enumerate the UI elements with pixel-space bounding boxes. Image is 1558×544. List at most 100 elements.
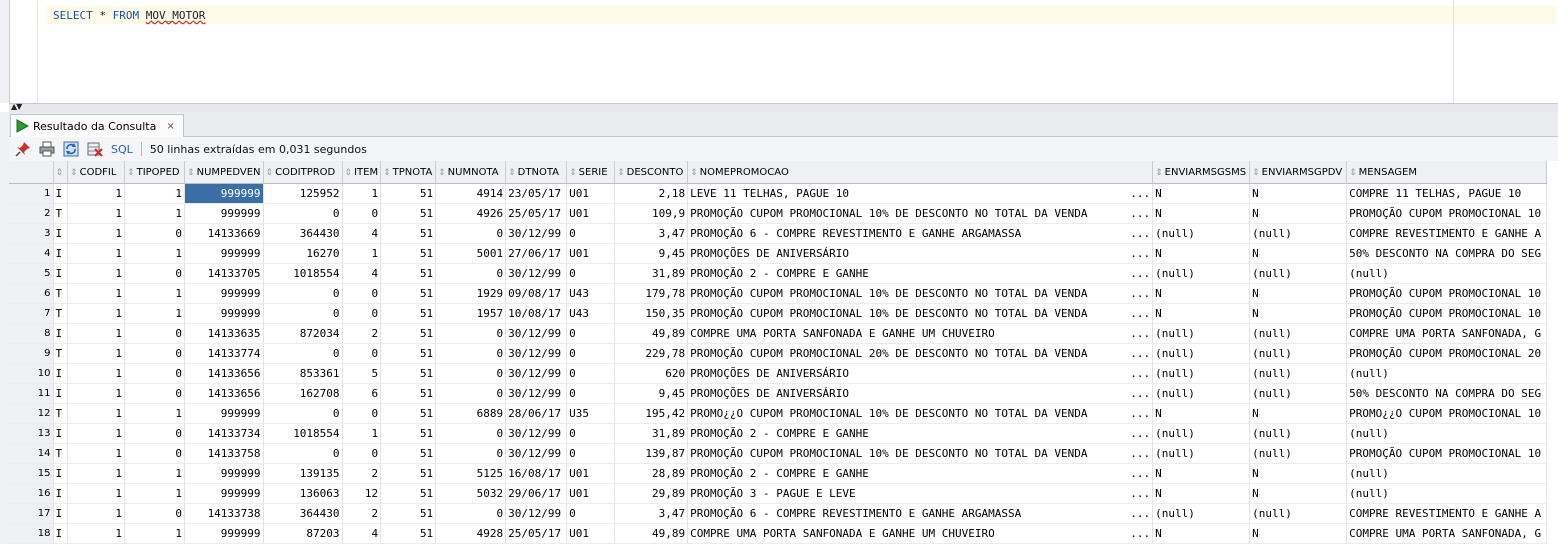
ellipsis-button[interactable]: ...: [1130, 387, 1150, 400]
cell-enviarmsgpdv[interactable]: (null): [1249, 423, 1348, 444]
cell-mensagem[interactable]: 50% DESCONTO NA COMPRA DO SEG: [1346, 383, 1548, 404]
cell-enviarmsgsms[interactable]: N: [1152, 303, 1251, 324]
cell-numpedven[interactable]: 999999: [184, 403, 264, 424]
table-row[interactable]: 1 I 1 1 999999 125952 1 51 4914 23/05/17 U01 2,18..…: [9, 183, 1548, 204]
print-icon[interactable]: [37, 139, 57, 159]
cell-nomepromocao[interactable]: ... PROMOÇÃO 6 - COMPRE REVESTIMENTO E GA…: [687, 503, 1154, 524]
table-row[interactable]: 3 I 1 0 14133669 364430 4 51 0 30/12/99 0 3,47... PR…: [9, 223, 1548, 244]
cell-enviarmsgpdv[interactable]: (null): [1249, 223, 1348, 244]
cell-tpnota[interactable]: 51: [380, 243, 437, 264]
cell-enviarmsgsms[interactable]: (null): [1152, 363, 1251, 384]
cell-nomepromocao[interactable]: ... PROMOÇÃO CUPOM PROMOCIONAL 10% DE DES…: [687, 283, 1154, 304]
cell-row-type[interactable]: T: [53, 203, 69, 224]
cell-numnota[interactable]: 0: [435, 263, 507, 284]
cell-enviarmsgsms[interactable]: (null): [1152, 383, 1251, 404]
cell-enviarmsgpdv[interactable]: N: [1249, 523, 1348, 544]
cell-enviarmsgsms[interactable]: (null): [1152, 423, 1251, 444]
cell-numnota[interactable]: 6889: [435, 403, 507, 424]
cell-nomepromocao[interactable]: ... PROMO¿¿O CUPOM PROMOCIONAL 10% DE DES…: [687, 403, 1154, 424]
cell-tpnota[interactable]: 51: [380, 463, 437, 484]
cell-mensagem[interactable]: COMPRE UMA PORTA SANFONADA, G: [1346, 523, 1548, 544]
cell-serie[interactable]: 0: [566, 343, 616, 364]
cell-tpnota[interactable]: 51: [380, 323, 437, 344]
cell-tpnota[interactable]: 51: [380, 343, 437, 364]
cell-enviarmsgsms[interactable]: N: [1152, 403, 1251, 424]
cell-item[interactable]: 0: [342, 303, 382, 324]
sql-button[interactable]: SQL: [111, 143, 133, 156]
cell-codfil[interactable]: 1: [67, 303, 126, 324]
ellipsis-button[interactable]: ...: [1130, 367, 1150, 380]
cell-tipoped[interactable]: 1: [124, 463, 186, 484]
cell-mensagem[interactable]: (null): [1346, 483, 1548, 504]
cell-dtnota[interactable]: 30/12/99: [505, 383, 568, 404]
cell-tipoped[interactable]: 1: [124, 243, 186, 264]
cell-row-type[interactable]: T: [53, 403, 69, 424]
cell-item[interactable]: 2: [342, 503, 382, 524]
cell-serie[interactable]: 0: [566, 423, 616, 444]
cell-codfil[interactable]: 1: [67, 323, 126, 344]
cell-numpedven[interactable]: 14133656: [184, 363, 264, 384]
column-header-dtnota[interactable]: ⇕ DTNOTA: [505, 161, 568, 184]
cell-dtnota[interactable]: 29/06/17: [505, 483, 568, 504]
cell-tipoped[interactable]: 1: [124, 483, 186, 504]
tab-query-result[interactable]: Resultado da Consulta ×: [10, 114, 184, 137]
cell-tipoped[interactable]: 1: [124, 203, 186, 224]
cell-tpnota[interactable]: 51: [380, 423, 437, 444]
cell-coditprod[interactable]: 0: [263, 203, 343, 224]
cell-mensagem[interactable]: (null): [1346, 463, 1548, 484]
cell-mensagem[interactable]: (null): [1346, 423, 1548, 444]
cell-numpedven[interactable]: 14133669: [184, 223, 264, 244]
cell-item[interactable]: 1: [342, 183, 382, 204]
table-row[interactable]: 17 I 1 0 14133738 364430 2 51 0 30/12/99 0 3,47... P…: [9, 503, 1548, 524]
cell-numnota[interactable]: 5125: [435, 463, 507, 484]
cell-desconto[interactable]: 179,78: [614, 283, 689, 304]
ellipsis-button[interactable]: ...: [1130, 527, 1150, 540]
cell-row-type[interactable]: T: [53, 303, 69, 324]
cell-serie[interactable]: 0: [566, 503, 616, 524]
cell-enviarmsgpdv[interactable]: (null): [1249, 383, 1348, 404]
table-row[interactable]: 9 T 1 0 14133774 0 0 51 0 30/12/99 0 229,78... PROMO…: [9, 343, 1548, 364]
ellipsis-button[interactable]: ...: [1130, 507, 1150, 520]
cell-item[interactable]: 4: [342, 523, 382, 544]
cell-item[interactable]: 0: [342, 283, 382, 304]
cell-numnota[interactable]: 0: [435, 363, 507, 384]
cell-row-type[interactable]: I: [53, 463, 69, 484]
cell-tipoped[interactable]: 0: [124, 503, 186, 524]
cell-enviarmsgpdv[interactable]: N: [1249, 403, 1348, 424]
cell-desconto[interactable]: 31,89: [614, 263, 689, 284]
cell-numpedven[interactable]: 14133738: [184, 503, 264, 524]
cell-enviarmsgpdv[interactable]: N: [1249, 183, 1348, 204]
table-row[interactable]: 11 I 1 0 14133656 162708 6 51 0 30/12/99 0 9,45... P…: [9, 383, 1548, 404]
cell-mensagem[interactable]: (null): [1346, 363, 1548, 384]
column-header-nomepromocao[interactable]: ⇕ NOMEPROMOCAO: [687, 161, 1154, 184]
cell-numnota[interactable]: 4926: [435, 203, 507, 224]
refresh-icon[interactable]: [61, 139, 81, 159]
cell-tipoped[interactable]: 0: [124, 423, 186, 444]
sort-icon[interactable]: ⇕: [345, 168, 353, 178]
cell-numnota[interactable]: 5001: [435, 243, 507, 264]
cell-coditprod[interactable]: 872034: [263, 323, 343, 344]
table-row[interactable]: 7 T 1 1 999999 0 0 51 1957 10/08/17 U43 150,35... PR…: [9, 303, 1548, 324]
cell-dtnota[interactable]: 10/08/17: [505, 303, 568, 324]
cell-nomepromocao[interactable]: ... PROMOÇÕES DE ANIVERSÁRIO: [687, 363, 1154, 384]
cell-coditprod[interactable]: 87203: [263, 523, 343, 544]
cell-item[interactable]: 12: [342, 483, 382, 504]
column-header-numnota[interactable]: ⇕ NUMNOTA: [435, 161, 507, 184]
cell-enviarmsgsms[interactable]: N: [1152, 483, 1251, 504]
table-row[interactable]: 14 T 1 0 14133758 0 0 51 0 30/12/99 0 139,87... PROM…: [9, 443, 1548, 464]
cell-coditprod[interactable]: 125952: [263, 183, 343, 204]
cell-dtnota[interactable]: 25/05/17: [505, 523, 568, 544]
cell-serie[interactable]: U43: [566, 283, 616, 304]
cell-enviarmsgpdv[interactable]: (null): [1249, 503, 1348, 524]
ellipsis-button[interactable]: ...: [1130, 327, 1150, 340]
cell-tipoped[interactable]: 1: [124, 523, 186, 544]
cell-item[interactable]: 0: [342, 343, 382, 364]
cell-row-type[interactable]: I: [53, 523, 69, 544]
cell-tpnota[interactable]: 51: [380, 203, 437, 224]
cell-mensagem[interactable]: COMPRE REVESTIMENTO E GANHE A: [1346, 223, 1548, 244]
cell-numpedven[interactable]: 14133774: [184, 343, 264, 364]
cell-coditprod[interactable]: 364430: [263, 503, 343, 524]
sort-icon[interactable]: ⇕: [569, 168, 577, 178]
cell-enviarmsgpdv[interactable]: (null): [1249, 343, 1348, 364]
cell-nomepromocao[interactable]: ... PROMOÇÃO CUPOM PROMOCIONAL 10% DE DES…: [687, 303, 1154, 324]
